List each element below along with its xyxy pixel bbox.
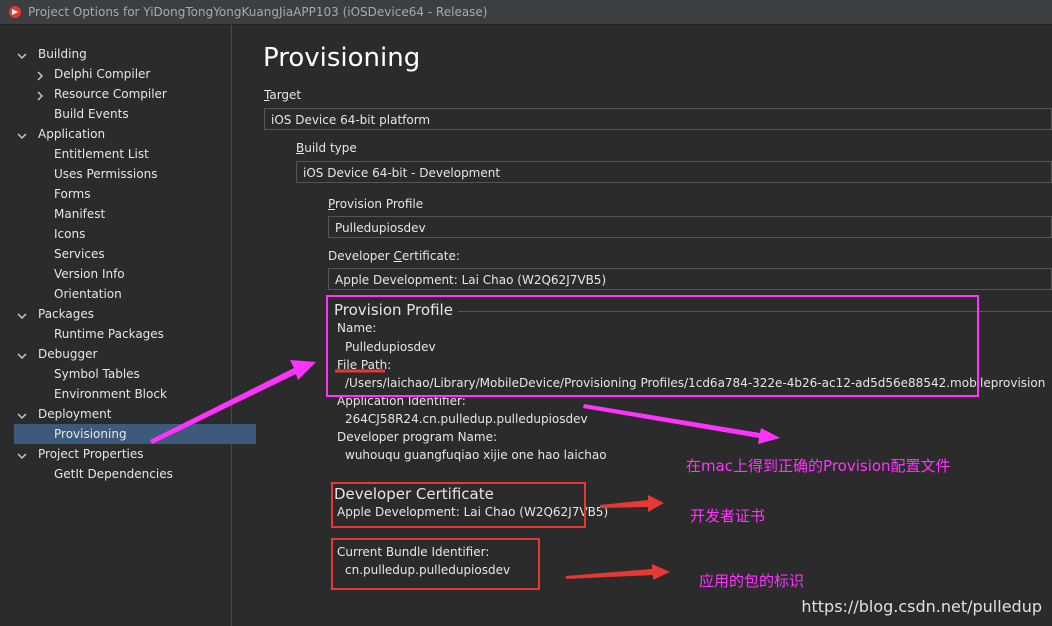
sidebar-item-version-info[interactable]: Version Info: [54, 264, 125, 284]
sidebar-item-application[interactable]: Application: [17, 124, 106, 144]
sidebar-item-uses-permissions[interactable]: Uses Permissions: [54, 164, 157, 184]
chevron-down-icon[interactable]: [16, 348, 28, 360]
developer-program-label: Developer program Name:: [337, 430, 498, 444]
sidebar-item-label: Runtime Packages: [54, 327, 164, 341]
delphi-logo-icon: [8, 5, 22, 19]
sidebar-item-project-properties[interactable]: Project Properties: [17, 444, 144, 464]
profile-name-label: Name:: [337, 321, 377, 335]
bundle-note: 应用的包的标识: [699, 572, 805, 590]
sidebar-item-label: Provisioning: [54, 427, 127, 441]
sidebar-item-resource-compiler[interactable]: Resource Compiler: [37, 84, 167, 104]
provision-file-note: 在mac上得到正确的Provision配置文件: [686, 457, 951, 475]
sidebar-item-entitlement-list[interactable]: Entitlement List: [54, 144, 149, 164]
profile-name-value: Pulledupiosdev: [345, 340, 436, 354]
sidebar-item-build-events[interactable]: Build Events: [54, 104, 129, 124]
app-identifier-value: 264CJ58R24.cn.pulledup.pulledupiosdev: [345, 412, 588, 426]
sidebar-item-label: Building: [38, 47, 87, 61]
sidebar-item-label: Entitlement List: [54, 147, 149, 161]
sidebar-item-delphi-compiler[interactable]: Delphi Compiler: [37, 64, 151, 84]
developer-certificate-value: Apple Development: Lai Chao (W2Q62J7VB5): [337, 505, 609, 519]
sidebar-item-label: Debugger: [38, 347, 98, 361]
sidebar-item-label: Icons: [54, 227, 86, 241]
app-identifier-label: Application Identifier:: [337, 394, 466, 408]
sidebar-item-building[interactable]: Building: [17, 44, 87, 64]
sidebar-item-services[interactable]: Services: [54, 244, 105, 264]
sidebar-item-label: Orientation: [54, 287, 122, 301]
provision-profile-combo[interactable]: Pulledupiosdev: [328, 216, 1052, 238]
bundle-identifier-value: cn.pulledup.pulledupiosdev: [345, 563, 511, 577]
sidebar-item-label: Deployment: [38, 407, 112, 421]
profile-path-label: File Path:: [337, 358, 392, 372]
sidebar-item-label: Application: [38, 127, 106, 141]
developer-certificate-label: Developer Certificate:: [328, 249, 460, 263]
sidebar-item-label: Resource Compiler: [54, 87, 167, 101]
sidebar-item-label: Packages: [38, 307, 94, 321]
chevron-down-icon[interactable]: [16, 408, 28, 420]
sidebar-item-label: Version Info: [54, 267, 125, 281]
watermark: https://blog.csdn.net/pulledup: [801, 597, 1042, 616]
sidebar-item-label: Forms: [54, 187, 91, 201]
sidebar-item-debugger[interactable]: Debugger: [17, 344, 98, 364]
title-bar: Project Options for YiDongTongYongKuangJ…: [0, 0, 1052, 25]
build-type-combo[interactable]: iOS Device 64-bit - Development: [296, 161, 1052, 183]
sidebar-item-deployment[interactable]: Deployment: [17, 404, 112, 424]
sidebar-item-label: Build Events: [54, 107, 129, 121]
sidebar-item-getit-dependencies[interactable]: GetIt Dependencies: [54, 464, 173, 484]
developer-certificate-combo[interactable]: Apple Development: Lai Chao (W2Q62J7VB5): [328, 268, 1052, 290]
build-type-label: Build type: [296, 141, 357, 155]
sidebar-item-orientation[interactable]: Orientation: [54, 284, 122, 304]
sidebar-item-manifest[interactable]: Manifest: [54, 204, 105, 224]
chevron-down-icon[interactable]: [16, 48, 28, 60]
window-title: Project Options for YiDongTongYongKuangJ…: [28, 5, 488, 19]
sidebar-item-runtime-packages[interactable]: Runtime Packages: [54, 324, 164, 344]
sidebar-item-label: Environment Block: [54, 387, 167, 401]
sidebar-item-label: Services: [54, 247, 105, 261]
sidebar-item-provisioning[interactable]: Provisioning: [14, 424, 256, 444]
provision-profile-label: Provision Profile: [328, 197, 424, 211]
chevron-right-icon[interactable]: [34, 88, 46, 101]
profile-path-value: /Users/laichao/Library/MobileDevice/Prov…: [345, 376, 1046, 390]
chevron-down-icon[interactable]: [16, 448, 28, 460]
sidebar-item-symbol-tables[interactable]: Symbol Tables: [54, 364, 140, 384]
sidebar-item-label: GetIt Dependencies: [54, 467, 173, 481]
developer-program-value: wuhouqu guangfuqiao xijie one hao laicha…: [345, 448, 607, 462]
provision-profile-group-title: Provision Profile: [334, 301, 453, 319]
chevron-down-icon[interactable]: [16, 308, 28, 320]
options-tree: Building Delphi Compiler Resource Compiler…: [0, 25, 256, 626]
sidebar-item-packages[interactable]: Packages: [17, 304, 94, 324]
target-combo[interactable]: iOS Device 64-bit platform: [264, 108, 1052, 130]
sidebar-item-label: Symbol Tables: [54, 367, 140, 381]
target-label: Target: [264, 88, 302, 102]
group-divider: [458, 311, 1052, 312]
sidebar-item-label: Manifest: [54, 207, 106, 221]
certificate-note: 开发者证书: [690, 507, 766, 525]
developer-certificate-group-title: Developer Certificate: [334, 485, 494, 503]
sidebar-item-label: Project Properties: [38, 447, 144, 461]
provisioning-panel: Provisioning Target iOS Device 64-bit pl…: [232, 25, 1052, 626]
chevron-right-icon[interactable]: [34, 68, 46, 81]
sidebar-item-environment-block[interactable]: Environment Block: [54, 384, 167, 404]
sidebar-item-icons[interactable]: Icons: [54, 224, 85, 244]
chevron-down-icon[interactable]: [16, 128, 28, 140]
sidebar-item-forms[interactable]: Forms: [54, 184, 90, 204]
bundle-identifier-label: Current Bundle Identifier:: [337, 545, 490, 559]
sidebar-item-label: Uses Permissions: [54, 167, 158, 181]
sidebar-item-label: Delphi Compiler: [54, 67, 151, 81]
page-title: Provisioning: [263, 43, 421, 73]
